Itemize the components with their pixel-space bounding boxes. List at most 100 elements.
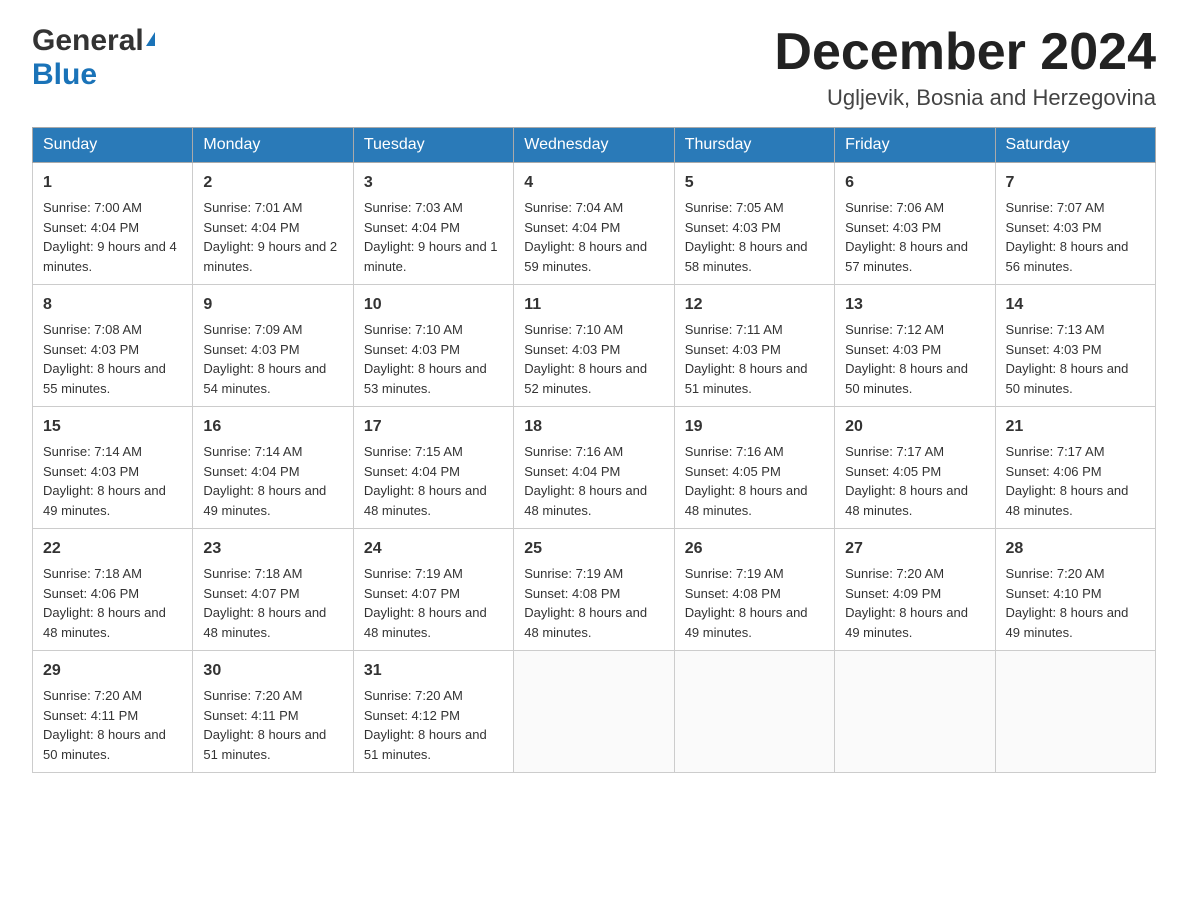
sunset-label: Sunset: 4:11 PM <box>43 708 138 723</box>
sunrise-label: Sunrise: 7:07 AM <box>1006 200 1105 215</box>
calendar-cell: 13Sunrise: 7:12 AMSunset: 4:03 PMDayligh… <box>835 285 995 407</box>
daylight-label: Daylight: 8 hours and 48 minutes. <box>1006 483 1129 518</box>
sunset-label: Sunset: 4:03 PM <box>685 342 781 357</box>
sunrise-label: Sunrise: 7:16 AM <box>685 444 784 459</box>
daylight-label: Daylight: 8 hours and 54 minutes. <box>203 361 326 396</box>
calendar-cell: 24Sunrise: 7:19 AMSunset: 4:07 PMDayligh… <box>353 529 513 651</box>
daylight-label: Daylight: 8 hours and 51 minutes. <box>203 727 326 762</box>
calendar-cell: 21Sunrise: 7:17 AMSunset: 4:06 PMDayligh… <box>995 407 1155 529</box>
sunrise-label: Sunrise: 7:05 AM <box>685 200 784 215</box>
sunset-label: Sunset: 4:08 PM <box>685 586 781 601</box>
sunset-label: Sunset: 4:11 PM <box>203 708 298 723</box>
calendar-cell: 16Sunrise: 7:14 AMSunset: 4:04 PMDayligh… <box>193 407 353 529</box>
sunrise-label: Sunrise: 7:20 AM <box>203 688 302 703</box>
sunrise-label: Sunrise: 7:10 AM <box>364 322 463 337</box>
calendar-cell: 22Sunrise: 7:18 AMSunset: 4:06 PMDayligh… <box>33 529 193 651</box>
sunset-label: Sunset: 4:03 PM <box>845 220 941 235</box>
sunrise-label: Sunrise: 7:14 AM <box>43 444 142 459</box>
daylight-label: Daylight: 8 hours and 49 minutes. <box>43 483 166 518</box>
sunset-label: Sunset: 4:04 PM <box>524 464 620 479</box>
day-number: 15 <box>43 415 182 439</box>
calendar-cell: 6Sunrise: 7:06 AMSunset: 4:03 PMDaylight… <box>835 163 995 285</box>
daylight-label: Daylight: 8 hours and 50 minutes. <box>1006 361 1129 396</box>
sunset-label: Sunset: 4:04 PM <box>203 220 299 235</box>
week-row-1: 1Sunrise: 7:00 AMSunset: 4:04 PMDaylight… <box>33 163 1156 285</box>
sunrise-label: Sunrise: 7:19 AM <box>364 566 463 581</box>
logo-blue: Blue <box>32 58 97 91</box>
day-number: 25 <box>524 537 663 561</box>
daylight-label: Daylight: 8 hours and 58 minutes. <box>685 239 808 274</box>
daylight-label: Daylight: 8 hours and 49 minutes. <box>203 483 326 518</box>
daylight-label: Daylight: 9 hours and 1 minute. <box>364 239 498 274</box>
sunset-label: Sunset: 4:03 PM <box>685 220 781 235</box>
day-number: 23 <box>203 537 342 561</box>
week-row-2: 8Sunrise: 7:08 AMSunset: 4:03 PMDaylight… <box>33 285 1156 407</box>
daylight-label: Daylight: 8 hours and 57 minutes. <box>845 239 968 274</box>
sunset-label: Sunset: 4:06 PM <box>43 586 139 601</box>
sunset-label: Sunset: 4:04 PM <box>43 220 139 235</box>
logo-general: General <box>32 24 144 58</box>
day-number: 14 <box>1006 293 1145 317</box>
day-number: 13 <box>845 293 984 317</box>
calendar-cell: 29Sunrise: 7:20 AMSunset: 4:11 PMDayligh… <box>33 651 193 773</box>
sunset-label: Sunset: 4:04 PM <box>364 220 460 235</box>
sunset-label: Sunset: 4:03 PM <box>524 342 620 357</box>
sunset-label: Sunset: 4:03 PM <box>43 464 139 479</box>
day-number: 19 <box>685 415 824 439</box>
sunset-label: Sunset: 4:03 PM <box>203 342 299 357</box>
day-number: 10 <box>364 293 503 317</box>
sunset-label: Sunset: 4:03 PM <box>364 342 460 357</box>
daylight-label: Daylight: 8 hours and 59 minutes. <box>524 239 647 274</box>
sunrise-label: Sunrise: 7:04 AM <box>524 200 623 215</box>
daylight-label: Daylight: 8 hours and 55 minutes. <box>43 361 166 396</box>
calendar-cell: 17Sunrise: 7:15 AMSunset: 4:04 PMDayligh… <box>353 407 513 529</box>
sunset-label: Sunset: 4:08 PM <box>524 586 620 601</box>
day-number: 18 <box>524 415 663 439</box>
daylight-label: Daylight: 8 hours and 56 minutes. <box>1006 239 1129 274</box>
sunrise-label: Sunrise: 7:20 AM <box>1006 566 1105 581</box>
daylight-label: Daylight: 8 hours and 51 minutes. <box>685 361 808 396</box>
daylight-label: Daylight: 8 hours and 48 minutes. <box>364 605 487 640</box>
calendar-cell: 14Sunrise: 7:13 AMSunset: 4:03 PMDayligh… <box>995 285 1155 407</box>
week-row-5: 29Sunrise: 7:20 AMSunset: 4:11 PMDayligh… <box>33 651 1156 773</box>
calendar-cell: 7Sunrise: 7:07 AMSunset: 4:03 PMDaylight… <box>995 163 1155 285</box>
sunset-label: Sunset: 4:12 PM <box>364 708 460 723</box>
calendar-cell: 18Sunrise: 7:16 AMSunset: 4:04 PMDayligh… <box>514 407 674 529</box>
sunset-label: Sunset: 4:03 PM <box>1006 342 1102 357</box>
day-number: 2 <box>203 171 342 195</box>
calendar-cell: 10Sunrise: 7:10 AMSunset: 4:03 PMDayligh… <box>353 285 513 407</box>
daylight-label: Daylight: 8 hours and 50 minutes. <box>43 727 166 762</box>
daylight-label: Daylight: 8 hours and 49 minutes. <box>685 605 808 640</box>
week-row-3: 15 Sunrise: 7:14 AM Sunset: 4:03 PM Dayligh… <box>33 407 1156 529</box>
calendar-cell: 26Sunrise: 7:19 AMSunset: 4:08 PMDayligh… <box>674 529 834 651</box>
daylight-label: Daylight: 9 hours and 2 minutes. <box>203 239 337 274</box>
day-number: 30 <box>203 659 342 683</box>
day-number: 4 <box>524 171 663 195</box>
daylight-label: Daylight: 8 hours and 48 minutes. <box>685 483 808 518</box>
daylight-label: Daylight: 8 hours and 48 minutes. <box>364 483 487 518</box>
sunrise-label: Sunrise: 7:06 AM <box>845 200 944 215</box>
weekday-header-saturday: Saturday <box>995 128 1155 163</box>
sunrise-label: Sunrise: 7:12 AM <box>845 322 944 337</box>
weekday-header-tuesday: Tuesday <box>353 128 513 163</box>
weekday-header-sunday: Sunday <box>33 128 193 163</box>
calendar-cell: 27Sunrise: 7:20 AMSunset: 4:09 PMDayligh… <box>835 529 995 651</box>
day-number: 8 <box>43 293 182 317</box>
calendar-cell: 2 Sunrise: 7:01 AM Sunset: 4:04 PM Daylight… <box>193 163 353 285</box>
calendar-cell: 4Sunrise: 7:04 AMSunset: 4:04 PMDaylight… <box>514 163 674 285</box>
sunrise-label: Sunrise: 7:01 AM <box>203 200 302 215</box>
weekday-header-monday: Monday <box>193 128 353 163</box>
sunrise-label: Sunrise: 7:03 AM <box>364 200 463 215</box>
calendar-cell: 11Sunrise: 7:10 AMSunset: 4:03 PMDayligh… <box>514 285 674 407</box>
month-title: December 2024 <box>774 24 1156 81</box>
day-number: 3 <box>364 171 503 195</box>
calendar-cell: 15 Sunrise: 7:14 AM Sunset: 4:03 PM Dayligh… <box>33 407 193 529</box>
calendar-cell <box>514 651 674 773</box>
sunset-label: Sunset: 4:10 PM <box>1006 586 1102 601</box>
page-header: General Blue December 2024 Ugljevik, Bos… <box>32 24 1156 111</box>
daylight-label: Daylight: 8 hours and 48 minutes. <box>524 605 647 640</box>
sunrise-label: Sunrise: 7:20 AM <box>43 688 142 703</box>
calendar-cell: 1Sunrise: 7:00 AMSunset: 4:04 PMDaylight… <box>33 163 193 285</box>
sunrise-label: Sunrise: 7:14 AM <box>203 444 302 459</box>
day-number: 17 <box>364 415 503 439</box>
